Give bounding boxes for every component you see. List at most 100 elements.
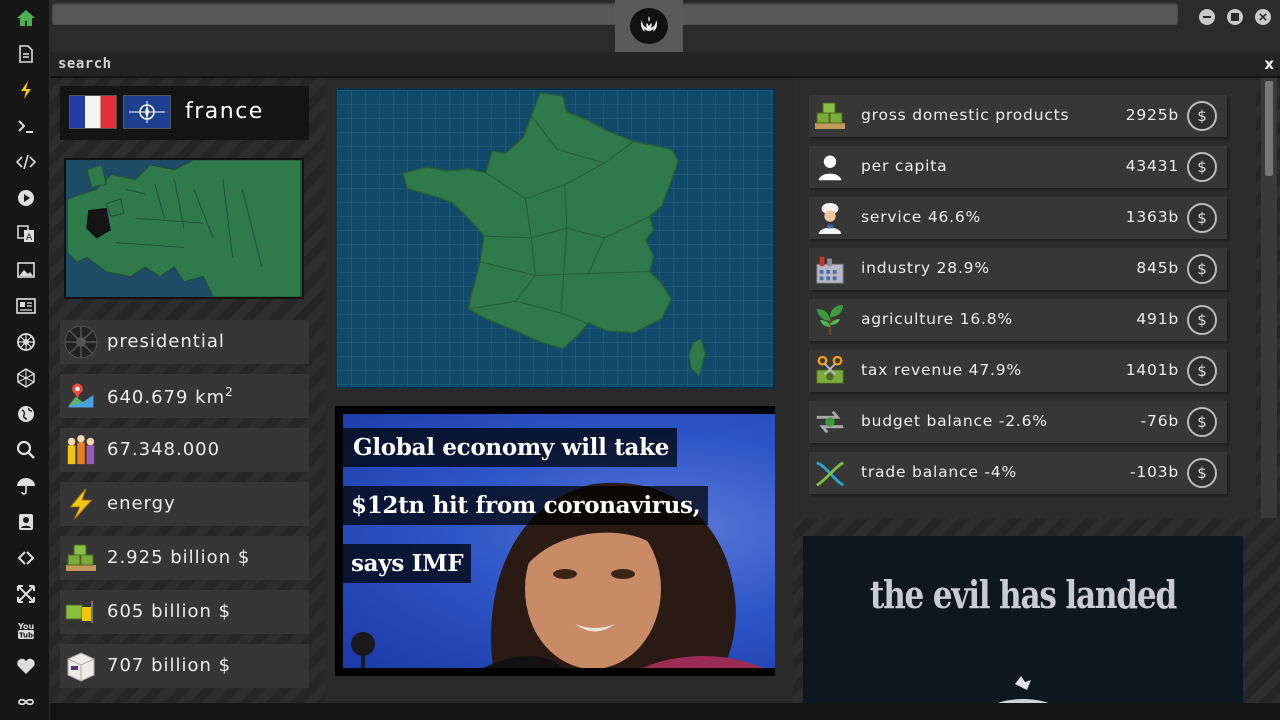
dollar-icon[interactable]: $	[1187, 305, 1217, 335]
umbrella-icon[interactable]	[12, 472, 40, 500]
dollar-icon[interactable]: $	[1187, 356, 1217, 386]
stat-row[interactable]: tax revenue 47.9% 1401b $	[809, 350, 1227, 392]
population-value: 67.348.000	[107, 439, 221, 460]
sidebar: A You Tube	[0, 0, 50, 720]
chef-icon	[813, 201, 847, 235]
code-icon[interactable]	[12, 148, 40, 176]
translate-icon[interactable]: A	[12, 220, 40, 248]
dollar-icon[interactable]: $	[1187, 203, 1217, 233]
stat-row[interactable]: industry 28.9% 845b $	[809, 248, 1227, 290]
economy-stats-panel: gross domestic products 2925b $ per capi…	[793, 78, 1256, 518]
news-icon[interactable]	[12, 292, 40, 320]
economy-column: gross domestic products 2925b $ per capi…	[793, 78, 1280, 703]
resource-tile: energy	[60, 482, 309, 526]
news-card[interactable]: Global economy will take $12tn hit from …	[335, 406, 775, 676]
balance-arrows-icon	[813, 405, 847, 439]
stat-label: per capita	[861, 157, 948, 175]
stat-label: tax revenue 47.9%	[861, 361, 1022, 379]
search-label[interactable]: search	[58, 56, 112, 72]
energy-icon	[64, 487, 98, 521]
stat-value: 491b	[1136, 310, 1179, 328]
stat-label: service 46.6%	[861, 208, 982, 226]
infinity-icon[interactable]	[12, 688, 40, 716]
exports-tile: 707 billion $	[60, 644, 309, 688]
stat-value: 43431	[1125, 157, 1179, 175]
nato-flag-icon	[124, 96, 170, 128]
rebel-alliance-logo[interactable]	[615, 0, 683, 52]
stat-row[interactable]: agriculture 16.8% 491b $	[809, 299, 1227, 341]
close-search-button[interactable]: x	[1264, 55, 1274, 73]
dollar-icon[interactable]: $	[1187, 458, 1217, 488]
stat-row[interactable]: budget balance -2.6% -76b $	[809, 401, 1227, 443]
dollar-icon[interactable]: $	[1187, 152, 1217, 182]
globe-icon[interactable]	[12, 400, 40, 428]
dollar-icon[interactable]: $	[1187, 254, 1217, 284]
stat-row[interactable]: trade balance -4% -103b $	[809, 452, 1227, 494]
link-icon[interactable]	[12, 544, 40, 572]
svg-text:A: A	[26, 233, 33, 243]
search-icon[interactable]	[12, 436, 40, 464]
stat-label: industry 28.9%	[861, 259, 990, 277]
population-icon	[64, 433, 98, 467]
stat-row[interactable]: service 46.6% 1363b $	[809, 197, 1227, 239]
document-icon[interactable]	[12, 40, 40, 68]
stat-value: 2925b	[1125, 106, 1179, 124]
money-stack-icon	[64, 541, 98, 575]
stat-value: -103b	[1129, 463, 1179, 481]
expand-icon[interactable]	[12, 580, 40, 608]
europe-locator-map[interactable]	[64, 158, 304, 299]
country-header: france	[60, 86, 309, 140]
contact-icon[interactable]	[12, 508, 40, 536]
stat-value: 1401b	[1125, 361, 1179, 379]
svg-text:You: You	[17, 622, 35, 631]
area-value: 640.679 km2	[107, 385, 234, 408]
resource-value: energy	[107, 493, 176, 514]
play-icon[interactable]	[12, 184, 40, 212]
rebel-alliance-icon	[630, 8, 668, 44]
lightning-icon[interactable]	[12, 76, 40, 104]
trade-cross-icon	[813, 456, 847, 490]
country-summary-column: france presidential 640.679 km2 67.348.0…	[50, 78, 318, 703]
government-value: presidential	[107, 331, 225, 352]
stat-value: 845b	[1136, 259, 1179, 277]
search-bar[interactable]: search x	[50, 52, 1280, 78]
scrollbar-thumb[interactable]	[1265, 81, 1273, 176]
hexagon-icon[interactable]	[12, 364, 40, 392]
promo-banner[interactable]: the evil has landed	[803, 536, 1243, 703]
minimize-button[interactable]	[1199, 9, 1215, 25]
dollar-icon[interactable]: $	[1187, 407, 1217, 437]
headline-line-3: says IMF	[343, 544, 472, 583]
dollar-icon[interactable]: $	[1187, 101, 1217, 131]
map-pin-icon	[64, 379, 98, 413]
empire-emblem-icon	[64, 325, 98, 359]
youtube-icon[interactable]: You Tube	[12, 616, 40, 644]
heart-icon[interactable]	[12, 652, 40, 680]
news-photo: Global economy will take $12tn hit from …	[343, 414, 775, 668]
close-window-button[interactable]	[1255, 9, 1271, 25]
plant-icon	[813, 303, 847, 337]
stats-scrollbar[interactable]	[1261, 78, 1277, 518]
image-icon[interactable]	[12, 256, 40, 284]
stat-label: budget balance -2.6%	[861, 412, 1048, 430]
home-icon[interactable]	[12, 4, 40, 32]
gdp-value: 2.925 billion $	[107, 547, 251, 568]
status-bar	[50, 703, 1280, 720]
stat-row[interactable]: gross domestic products 2925b $	[809, 95, 1227, 137]
maximize-button[interactable]	[1227, 9, 1243, 25]
stat-value: -76b	[1140, 412, 1179, 430]
money-pallet-icon	[813, 99, 847, 133]
stat-label: gross domestic products	[861, 106, 1070, 124]
government-tile: presidential	[60, 320, 309, 364]
forklift-icon	[64, 595, 98, 629]
stat-label: trade balance -4%	[861, 463, 1017, 481]
imports-tile: 605 billion $	[60, 590, 309, 634]
map-news-column: Global economy will take $12tn hit from …	[325, 78, 793, 703]
terminal-icon[interactable]	[12, 112, 40, 140]
empire-icon[interactable]	[12, 328, 40, 356]
france-flag-icon	[70, 96, 116, 128]
headline-line-2: $12tn hit from coronavirus,	[343, 486, 709, 525]
shipping-box-icon	[64, 649, 98, 683]
country-map[interactable]	[335, 88, 775, 389]
stat-row[interactable]: per capita 43431 $	[809, 146, 1227, 188]
person-icon	[813, 150, 847, 184]
